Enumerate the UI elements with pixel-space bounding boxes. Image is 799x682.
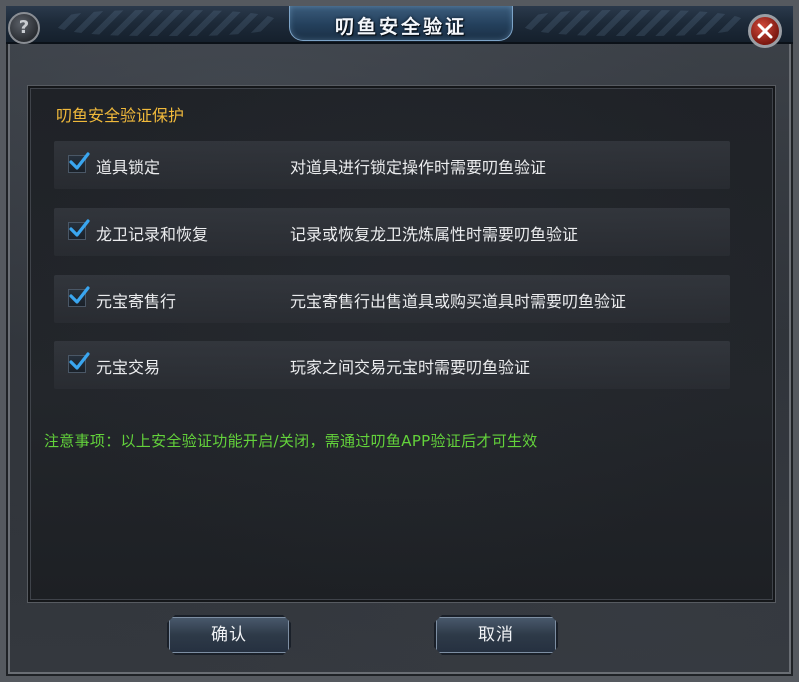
option-row-item-lock: 道具锁定 对道具进行锁定操作时需要叨鱼验证 [54, 141, 730, 189]
checkmark-icon [69, 352, 90, 370]
help-button[interactable]: ? [8, 12, 40, 44]
option-label[interactable]: 龙卫记录和恢复 [96, 221, 208, 245]
question-icon: ? [18, 17, 30, 38]
checkmark-icon [69, 286, 90, 304]
option-description: 元宝寄售行出售道具或购买道具时需要叨鱼验证 [290, 292, 627, 311]
cancel-button[interactable]: 取消 [434, 615, 558, 655]
confirm-button[interactable]: 确认 [167, 615, 291, 655]
checkmark-icon [69, 219, 90, 237]
notice-text: 注意事项：以上安全验证功能开启/关闭，需通过叨鱼APP验证后才可生效 [44, 432, 538, 450]
checkbox-item-lock[interactable] [68, 152, 90, 173]
section-title: 叨鱼安全验证保护 [56, 106, 185, 125]
option-row-consignment: 元宝寄售行 元宝寄售行出售道具或购买道具时需要叨鱼验证 [54, 275, 730, 323]
option-label[interactable]: 元宝交易 [96, 354, 160, 378]
checkbox-dragon-guard[interactable] [68, 219, 90, 240]
option-label[interactable]: 元宝寄售行 [96, 288, 176, 312]
option-label[interactable]: 道具锁定 [96, 154, 160, 178]
option-row-ingot-trade: 元宝交易 玩家之间交易元宝时需要叨鱼验证 [54, 341, 730, 389]
dialog-title: 叨鱼安全验证 [334, 16, 467, 38]
checkbox-ingot-trade[interactable] [68, 352, 90, 373]
option-description: 玩家之间交易元宝时需要叨鱼验证 [290, 358, 531, 377]
title-bar: 叨鱼安全验证 [6, 6, 793, 44]
checkmark-icon [69, 152, 90, 170]
option-description: 对道具进行锁定操作时需要叨鱼验证 [290, 158, 547, 177]
title-plate: 叨鱼安全验证 [289, 6, 513, 41]
option-row-dragon-guard: 龙卫记录和恢复 记录或恢复龙卫洗炼属性时需要叨鱼验证 [54, 208, 730, 256]
checkbox-consignment[interactable] [68, 286, 90, 307]
close-icon [757, 23, 773, 39]
close-button[interactable] [748, 14, 782, 48]
option-description: 记录或恢复龙卫洗炼属性时需要叨鱼验证 [290, 225, 579, 244]
